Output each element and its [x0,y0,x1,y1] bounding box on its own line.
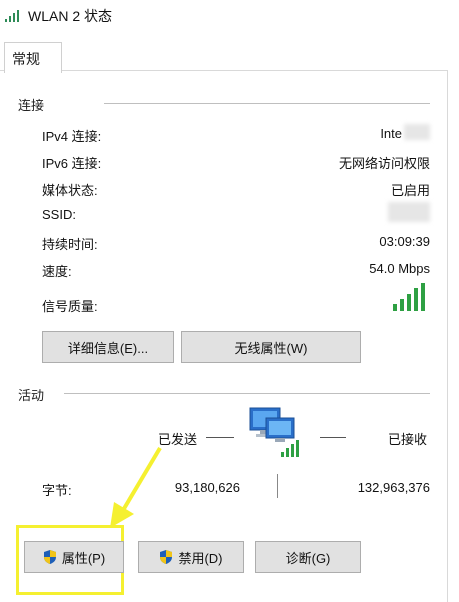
activity-section-label: 活动 [18,388,45,403]
window-title: WLAN 2 状态 [28,8,113,24]
diagnose-button[interactable]: 诊断(G) [255,541,361,573]
ipv4-redaction [404,124,430,140]
ssid-label: SSID: [42,207,76,222]
network-computers-icon [249,407,299,457]
bytes-label: 字节: [42,483,72,498]
signal-quality-label: 信号质量: [42,299,98,314]
properties-button-label: 属性(P) [61,550,106,566]
uac-shield-icon [43,550,56,564]
ssid-redaction [388,202,430,222]
speed-label: 速度: [42,264,72,279]
sent-line [206,437,234,438]
properties-button[interactable]: 属性(P) [24,541,124,573]
wireless-properties-button[interactable]: 无线属性(W) [181,331,361,363]
bytes-received-value: 132,963,376 [357,480,430,495]
disable-button[interactable]: 禁用(D) [138,541,244,573]
ipv6-value: 无网络访问权限 [338,156,430,171]
wifi-signal-icon [5,10,19,22]
speed-value: 54.0 Mbps [369,261,430,276]
tab-general-label: 常规 [12,51,40,67]
received-label: 已接收 [388,432,428,447]
duration-value: 03:09:39 [379,234,430,249]
duration-label: 持续时间: [42,237,98,252]
ipv4-value: Inte [380,126,402,141]
signal-strength-icon [393,283,425,311]
media-state-label: 媒体状态: [42,183,98,198]
details-button[interactable]: 详细信息(E)... [42,331,174,363]
connection-divider [104,103,430,104]
activity-divider [64,393,430,394]
media-state-value: 已启用 [390,183,430,198]
disable-button-label: 禁用(D) [178,550,223,566]
ipv4-label: IPv4 连接: [42,129,102,144]
ipv6-label: IPv6 连接: [42,156,102,171]
uac-shield-icon [160,550,173,564]
connection-section-label: 连接 [18,98,45,113]
annotation-arrow [110,446,162,528]
received-line [320,437,346,438]
